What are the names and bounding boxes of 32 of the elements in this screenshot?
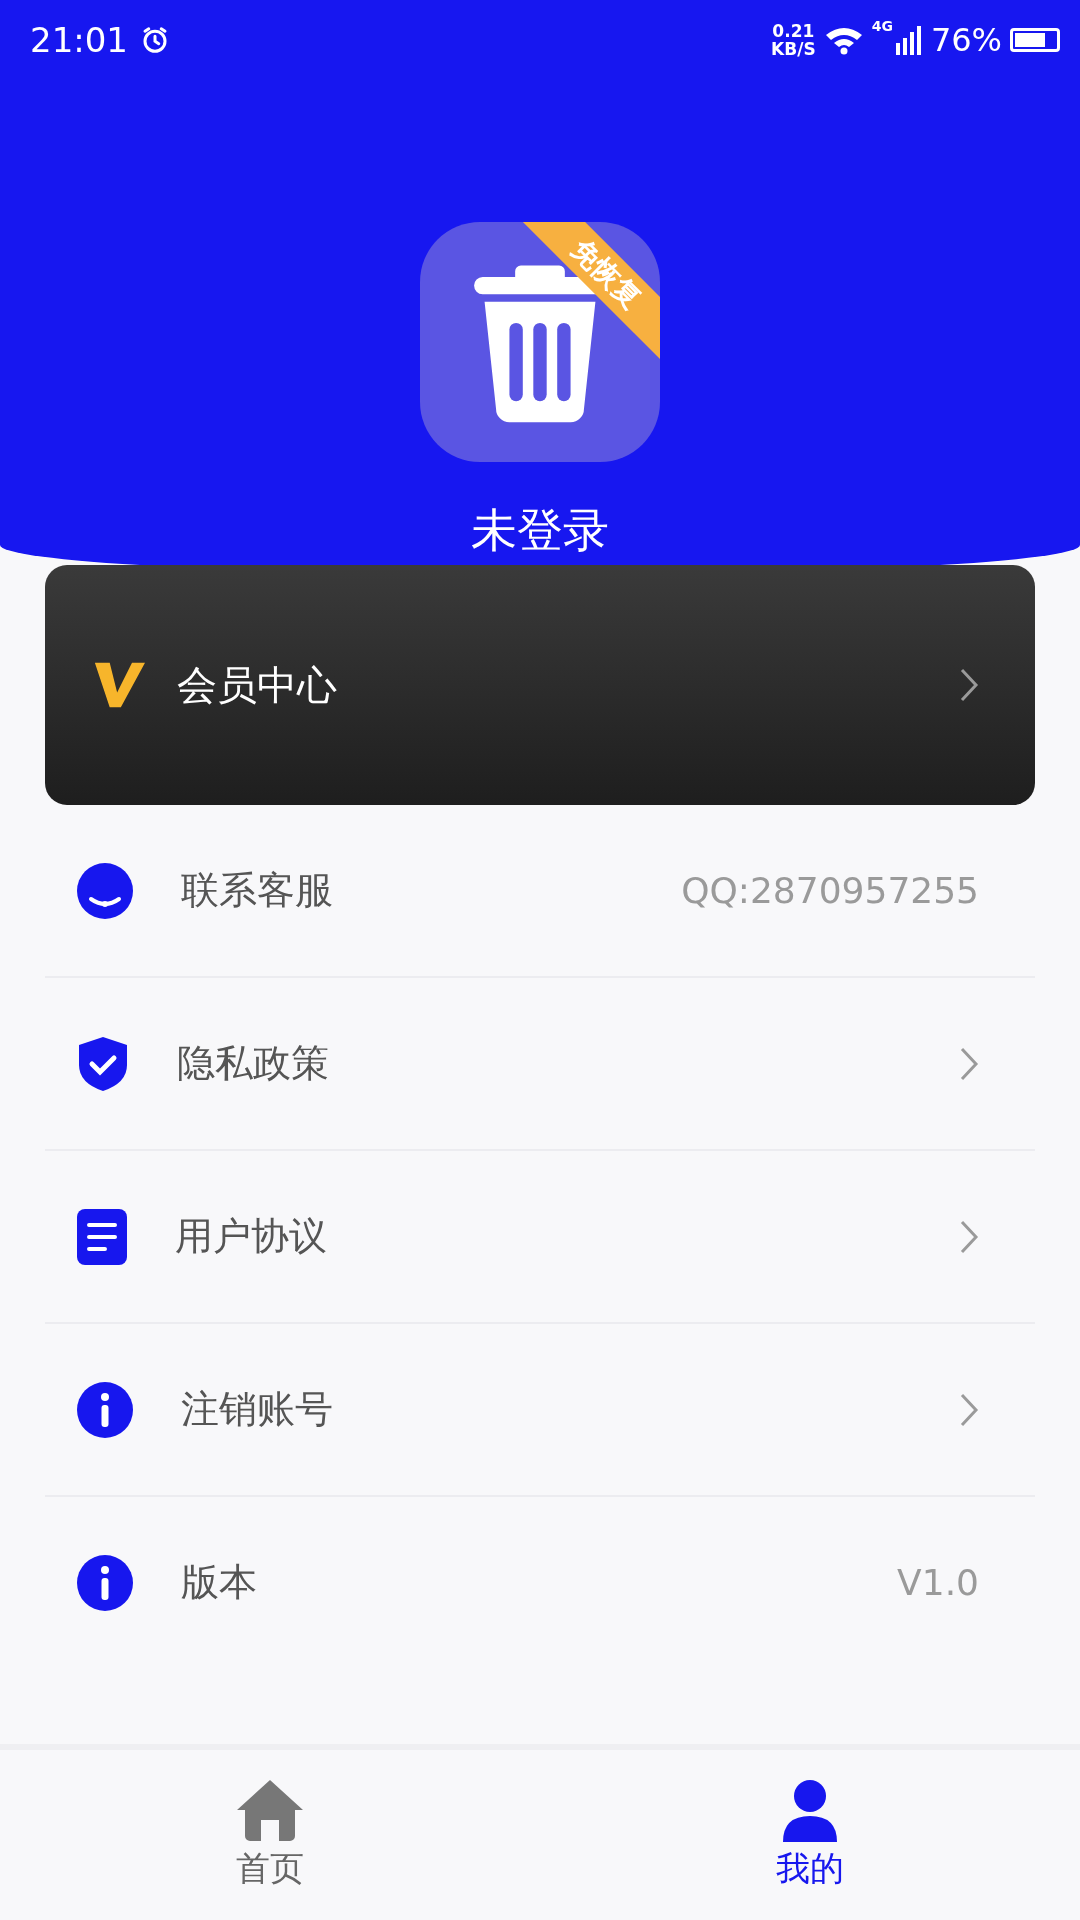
menu-item-label: 隐私政策 <box>177 1040 329 1087</box>
tab[interactable]: 我的 <box>540 1750 1080 1920</box>
network-type: 4G <box>871 18 893 34</box>
chevron-icon <box>959 1218 979 1255</box>
home-icon <box>235 1778 305 1842</box>
shield-check-icon <box>77 1034 129 1093</box>
info-icon <box>77 1554 133 1611</box>
chevron-icon <box>959 1391 979 1428</box>
menu-item-label: 版本 <box>181 1559 257 1606</box>
battery-icon <box>1010 28 1060 52</box>
status-time: 21:01 <box>30 20 128 60</box>
menu-item-label: 用户协议 <box>175 1213 327 1260</box>
info-icon <box>77 1381 133 1438</box>
menu-item[interactable]: 联系客服 QQ:2870957255 <box>45 805 1035 978</box>
chevron-icon <box>959 667 979 703</box>
menu-item[interactable]: 注销账号 <box>45 1324 1035 1497</box>
user-name: 未登录 <box>471 502 609 559</box>
menu-item[interactable]: 版本 V1.0 <box>45 1497 1035 1668</box>
member-center-card[interactable]: 会员中心 <box>45 565 1035 805</box>
menu-item-value: V1.0 <box>897 1562 979 1603</box>
signal-icon <box>894 25 923 55</box>
menu-item-label: 注销账号 <box>181 1386 333 1433</box>
menu-item[interactable]: 隐私政策 <box>45 978 1035 1151</box>
network-speed: 0.21 KB/S <box>771 22 816 58</box>
menu-item-label: 联系客服 <box>181 867 333 914</box>
menu-item-value: QQ:2870957255 <box>681 870 979 911</box>
document-icon <box>77 1208 127 1265</box>
chevron-icon <box>959 1045 979 1082</box>
battery-percent: 76% <box>930 21 1002 59</box>
tab[interactable]: 首页 <box>0 1750 540 1920</box>
menu-item[interactable]: 用户协议 <box>45 1151 1035 1324</box>
member-center-label: 会员中心 <box>177 660 337 710</box>
